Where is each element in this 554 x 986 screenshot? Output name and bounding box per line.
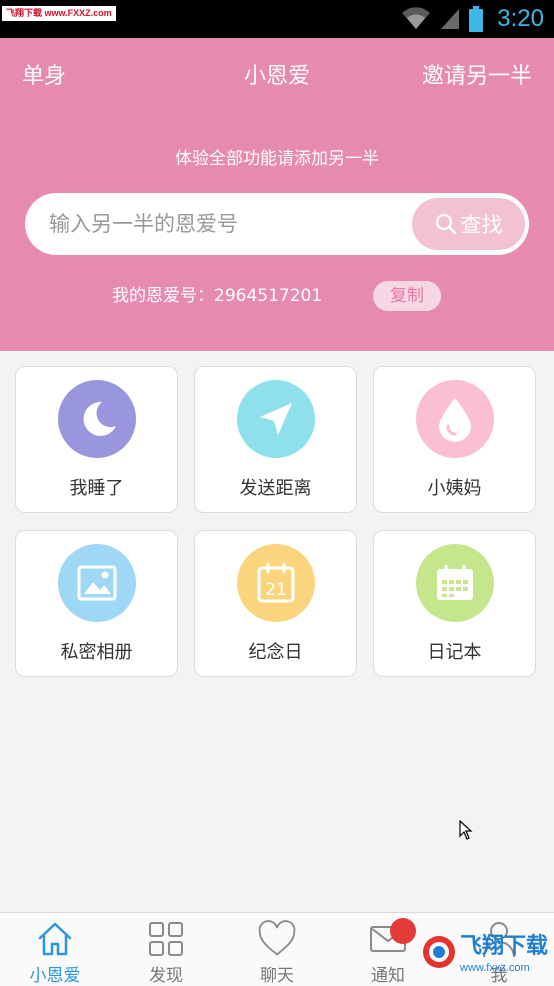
search-button[interactable]: 查找: [412, 198, 525, 250]
tab-label: 聊天: [260, 966, 294, 986]
feature-private-album[interactable]: 私密相册: [15, 530, 178, 677]
add-partner-hint: 体验全部功能请添加另一半: [175, 149, 379, 169]
feature-period[interactable]: 小姨妈: [373, 366, 536, 513]
partner-id-input[interactable]: [49, 203, 409, 245]
feature-label: 私密相册: [60, 642, 133, 663]
search-box: 查找: [25, 193, 529, 255]
calendar-day: 21: [265, 580, 287, 600]
search-button-label: 查找: [460, 213, 503, 237]
status-bar: 飞翔下载 www.FXXZ.com 3:20: [0, 0, 554, 38]
status-icons: 3:20: [401, 0, 544, 38]
battery-icon: [469, 6, 484, 32]
watermark-logo: 飞翔下载 www.fxxz.com: [423, 933, 548, 974]
feature-label: 发送距离: [239, 478, 312, 499]
watermark-text: 飞翔下载: [460, 933, 548, 959]
copy-button[interactable]: 复制: [373, 281, 441, 311]
search-icon: [435, 213, 456, 235]
calendar-icon: 21: [237, 544, 315, 622]
invite-partner-button[interactable]: 邀请另一半: [422, 62, 532, 92]
send-icon: [237, 380, 315, 458]
feature-sleep[interactable]: 我睡了: [15, 366, 178, 513]
tab-home[interactable]: 小恩爱: [0, 913, 110, 986]
feature-label: 小姨妈: [427, 478, 482, 499]
watermark-top: 飞翔下载 www.FXXZ.com: [2, 6, 116, 21]
notebook-icon: [416, 544, 494, 622]
moon-icon: [58, 380, 136, 458]
feature-anniversary[interactable]: 21 纪念日: [194, 530, 357, 677]
grid-icon: [146, 919, 186, 959]
notification-badge: [390, 918, 416, 944]
feature-label: 日记本: [427, 642, 482, 663]
drop-icon: [416, 380, 494, 458]
my-love-id: 我的恩爱号：2964517201: [112, 286, 323, 306]
tab-discover[interactable]: 发现: [111, 913, 221, 986]
tab-label: 小恩爱: [29, 966, 81, 986]
mouse-cursor-icon: [459, 820, 473, 840]
home-icon: [35, 919, 75, 959]
feature-label: 纪念日: [248, 642, 303, 663]
wifi-icon: [402, 7, 431, 29]
feature-send-distance[interactable]: 发送距离: [194, 366, 357, 513]
feature-diary[interactable]: 日记本: [373, 530, 536, 677]
tab-chat[interactable]: 聊天: [222, 913, 332, 986]
header-panel: 单身 小恩爱 邀请另一半 体验全部功能请添加另一半 查找 我的恩爱号：29645…: [0, 38, 554, 351]
feature-label: 我睡了: [69, 478, 124, 499]
clock: 3:20: [497, 5, 544, 32]
heart-icon: [257, 919, 297, 959]
image-icon: [58, 544, 136, 622]
watermark-url: www.fxxz.com: [459, 962, 530, 974]
tab-label: 发现: [149, 966, 183, 986]
signal-icon: [441, 9, 460, 29]
